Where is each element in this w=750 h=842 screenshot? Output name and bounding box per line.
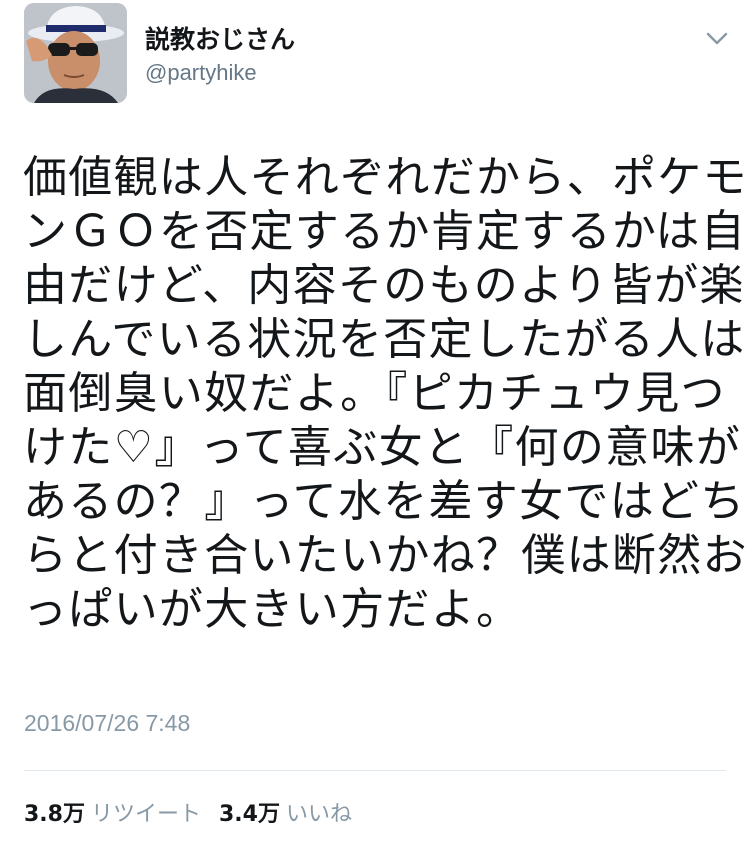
tweet-stats: 3.8万 リツイート 3.4万 いいね xyxy=(24,796,352,828)
divider xyxy=(24,770,726,771)
chevron-down-icon[interactable] xyxy=(701,22,733,54)
tweet-text-line: 面倒臭い奴だよ。『ピカチュウ見つ xyxy=(23,368,726,419)
retweet-label: リツイート xyxy=(90,802,201,827)
like-stat[interactable]: 3.4万 いいね xyxy=(219,796,352,828)
author-display-name[interactable]: 説教おじさん xyxy=(145,20,295,56)
retweet-count: 3.8万 xyxy=(24,802,85,827)
tweet-detail: 説教おじさん @partyhike 価値観は人それぞれだから、ポケモ ンＧＯを否… xyxy=(0,0,750,842)
like-count: 3.4万 xyxy=(219,802,280,827)
like-label: いいね xyxy=(285,802,352,827)
tweet-text-line: あるの？』って水を差す女ではどち xyxy=(23,476,746,527)
tweet-text-line: らと付き合いたいかね？僕は断然お xyxy=(23,530,748,581)
retweet-stat[interactable]: 3.8万 リツイート xyxy=(24,796,201,828)
avatar-photo xyxy=(24,3,127,103)
tweet-text-line: 価値観は人それぞれだから、ポケモ xyxy=(23,152,748,203)
tweet-text-line: しんでいる状況を否定したがる人は xyxy=(23,314,746,365)
tweet-text: 価値観は人それぞれだから、ポケモ ンＧＯを否定するか肯定するかは自 由だけど、内… xyxy=(23,151,748,637)
avatar[interactable] xyxy=(24,3,127,103)
tweet-text-line: っぱいが大きい方だよ。 xyxy=(23,584,522,635)
tweet-text-line: 由だけど、内容そのものより皆が楽 xyxy=(23,260,745,311)
tweet-text-line: けた♡』って喜ぶ女と『何の意味が xyxy=(23,422,742,473)
author-handle[interactable]: @partyhike xyxy=(145,60,257,86)
tweet-timestamp[interactable]: 2016/07/26 7:48 xyxy=(24,710,190,737)
tweet-text-line: ンＧＯを否定するか肯定するかは自 xyxy=(23,206,747,257)
